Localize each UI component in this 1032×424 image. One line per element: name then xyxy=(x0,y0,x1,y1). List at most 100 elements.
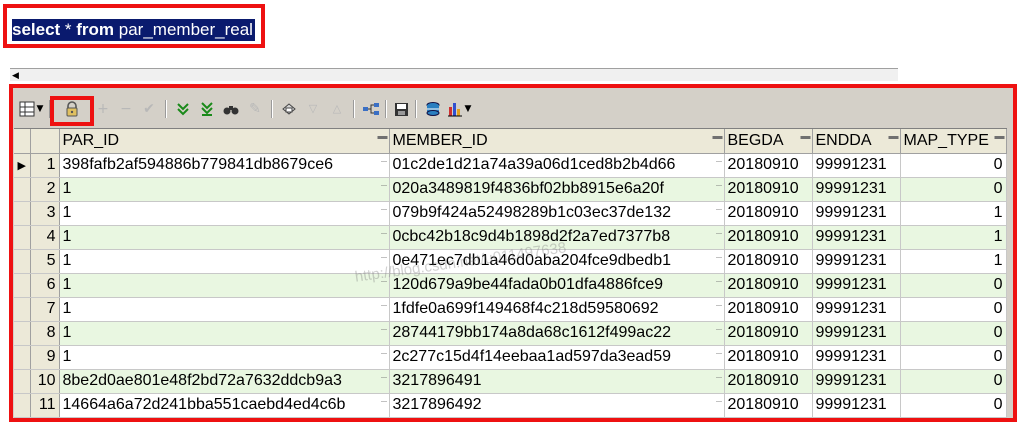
cell-begda[interactable]: 20180910 xyxy=(724,225,813,250)
ellipsis-icon[interactable]: ··· xyxy=(381,324,388,334)
sort-icon[interactable]: △ xyxy=(327,99,347,119)
cell-endda[interactable]: 99991231 xyxy=(812,153,901,178)
find-icon[interactable] xyxy=(221,99,241,119)
ellipsis-icon[interactable]: ··· xyxy=(381,156,388,166)
cell-member-id[interactable]: 2c277c15d4f14eebaa1ad597da3ead59 ··· xyxy=(389,345,725,370)
grid-options-icon[interactable] xyxy=(17,99,37,119)
sql-statement[interactable]: select * from par_member_real xyxy=(12,19,255,41)
ellipsis-icon[interactable]: ··· xyxy=(716,300,723,310)
cell-endda[interactable]: 99991231 xyxy=(812,201,901,226)
ellipsis-icon[interactable]: ··· xyxy=(716,396,723,406)
cell-begda[interactable]: 20180910 xyxy=(724,345,813,370)
cell-map-type[interactable]: 0 xyxy=(900,177,1007,202)
cell-par-id[interactable]: 1 ··· xyxy=(59,345,390,370)
cell-par-id[interactable]: 14664a6a72d241bba551caebd4ed4c6b ··· xyxy=(59,393,390,418)
row-indicator[interactable] xyxy=(14,177,31,202)
ellipsis-icon[interactable]: ··· xyxy=(381,180,388,190)
cell-member-id[interactable]: 0cbc42b18c9d4b1898d2f2a7ed7377b8 ··· xyxy=(389,225,725,250)
cell-par-id[interactable]: 1 ··· xyxy=(59,297,390,322)
result-grid[interactable]: PAR_ID ▬ MEMBER_ID ▬ BEGDA ▬ ENDDA ▬ MAP_TYP… xyxy=(14,128,1007,418)
column-header-par-id[interactable]: PAR_ID ▬ xyxy=(59,129,390,154)
table-row[interactable]: 2 1 ··· 020a3489819f4836bf02bb8915e6a20f ···… xyxy=(14,177,1007,202)
row-indicator[interactable] xyxy=(14,225,31,250)
ellipsis-icon[interactable]: ··· xyxy=(716,252,723,262)
table-row[interactable]: 3 1 ··· 079b9f424a52498289b1c03ec37de132 ···… xyxy=(14,201,1007,226)
chevron-down-icon[interactable]: ▼ xyxy=(35,99,45,119)
ellipsis-icon[interactable]: ··· xyxy=(381,348,388,358)
cell-member-id[interactable]: 3217896491 ··· xyxy=(389,369,725,394)
cell-map-type[interactable]: 0 xyxy=(900,321,1007,346)
ellipsis-icon[interactable]: ··· xyxy=(381,276,388,286)
table-row[interactable]: 10 8be2d0ae801e48f2bd72a7632ddcb9a3 ··· 321… xyxy=(14,369,1007,394)
cell-par-id[interactable]: 8be2d0ae801e48f2bd72a7632ddcb9a3 ··· xyxy=(59,369,390,394)
cell-map-type[interactable]: 1 xyxy=(900,201,1007,226)
ellipsis-icon[interactable]: ··· xyxy=(381,228,388,238)
cell-endda[interactable]: 99991231 xyxy=(812,345,901,370)
cell-endda[interactable]: 99991231 xyxy=(812,321,901,346)
cell-map-type[interactable]: 1 xyxy=(900,225,1007,250)
chart-icon[interactable] xyxy=(445,99,465,119)
table-row[interactable]: 6 1 ··· 120d679a9be44fada0b01dfa4886fce9 ···… xyxy=(14,273,1007,298)
ellipsis-icon[interactable]: ··· xyxy=(716,204,723,214)
cell-par-id[interactable]: 398fafb2af594886b779841db8679ce6 ··· xyxy=(59,153,390,178)
column-header-member-id[interactable]: MEMBER_ID ▬ xyxy=(389,129,725,154)
cell-par-id[interactable]: 1 ··· xyxy=(59,273,390,298)
cell-map-type[interactable]: 0 xyxy=(900,345,1007,370)
query-by-example-icon[interactable] xyxy=(279,99,299,119)
ellipsis-icon[interactable]: ··· xyxy=(716,276,723,286)
cell-map-type[interactable]: 0 xyxy=(900,393,1007,418)
row-indicator[interactable]: ▶ xyxy=(14,153,31,178)
cell-map-type[interactable]: 0 xyxy=(900,297,1007,322)
table-row[interactable]: 5 1 ··· 0e471ec7db1a46d0aba204fce9dbedb1 ···… xyxy=(14,249,1007,274)
column-header-endda[interactable]: ENDDA ▬ xyxy=(812,129,901,154)
scroll-left-icon[interactable]: ◀ xyxy=(12,70,19,80)
column-header-begda[interactable]: BEGDA ▬ xyxy=(724,129,813,154)
cell-begda[interactable]: 20180910 xyxy=(724,201,813,226)
cell-endda[interactable]: 99991231 xyxy=(812,225,901,250)
ellipsis-icon[interactable]: ··· xyxy=(381,300,388,310)
cell-par-id[interactable]: 1 ··· xyxy=(59,201,390,226)
cell-endda[interactable]: 99991231 xyxy=(812,369,901,394)
lock-icon[interactable] xyxy=(62,99,82,119)
table-row[interactable]: ▶ 1 398fafb2af594886b779841db8679ce6 ··· 01c… xyxy=(14,153,1007,178)
ellipsis-icon[interactable]: ··· xyxy=(381,396,388,406)
cell-member-id[interactable]: 079b9f424a52498289b1c03ec37de132 ··· xyxy=(389,201,725,226)
cell-par-id[interactable]: 1 ··· xyxy=(59,177,390,202)
cell-map-type[interactable]: 0 xyxy=(900,273,1007,298)
column-header-map-type[interactable]: MAP_TYPE ▬ xyxy=(900,129,1007,154)
cell-member-id[interactable]: 3217896492 ··· xyxy=(389,393,725,418)
cell-begda[interactable]: 20180910 xyxy=(724,321,813,346)
fetch-last-icon[interactable] xyxy=(197,99,217,119)
cell-par-id[interactable]: 1 ··· xyxy=(59,225,390,250)
editor-horizontal-scrollbar[interactable]: ◀ xyxy=(10,68,898,81)
save-icon[interactable] xyxy=(391,99,411,119)
table-row[interactable]: 4 1 ··· 0cbc42b18c9d4b1898d2f2a7ed7377b8 ···… xyxy=(14,225,1007,250)
cell-member-id[interactable]: 0e471ec7db1a46d0aba204fce9dbedb1 ··· xyxy=(389,249,725,274)
cell-endda[interactable]: 99991231 xyxy=(812,297,901,322)
ellipsis-icon[interactable]: ··· xyxy=(716,348,723,358)
cell-member-id[interactable]: 020a3489819f4836bf02bb8915e6a20f ··· xyxy=(389,177,725,202)
ellipsis-icon[interactable]: ··· xyxy=(716,228,723,238)
cell-par-id[interactable]: 1 ··· xyxy=(59,321,390,346)
cell-endda[interactable]: 99991231 xyxy=(812,177,901,202)
minus-icon[interactable]: − xyxy=(116,99,136,119)
ellipsis-icon[interactable]: ··· xyxy=(716,180,723,190)
row-indicator[interactable] xyxy=(14,297,31,322)
cell-member-id[interactable]: 28744179bb174a8da68c1612f499ac22 ··· xyxy=(389,321,725,346)
filter-icon[interactable]: ▽ xyxy=(303,99,323,119)
check-icon[interactable]: ✔ xyxy=(139,99,159,119)
row-indicator[interactable] xyxy=(14,345,31,370)
cell-endda[interactable]: 99991231 xyxy=(812,393,901,418)
column-sort-icon[interactable]: ▬ xyxy=(801,131,811,142)
ellipsis-icon[interactable]: ··· xyxy=(716,324,723,334)
chevron-down-icon[interactable]: ▼ xyxy=(463,99,473,119)
cell-begda[interactable]: 20180910 xyxy=(724,273,813,298)
column-sort-icon[interactable]: ▬ xyxy=(889,131,899,142)
cell-par-id[interactable]: 1 ··· xyxy=(59,249,390,274)
cell-begda[interactable]: 20180910 xyxy=(724,153,813,178)
cell-endda[interactable]: 99991231 xyxy=(812,273,901,298)
column-sort-icon[interactable]: ▬ xyxy=(378,131,388,142)
row-indicator[interactable] xyxy=(14,249,31,274)
cell-begda[interactable]: 20180910 xyxy=(724,393,813,418)
cell-map-type[interactable]: 0 xyxy=(900,369,1007,394)
